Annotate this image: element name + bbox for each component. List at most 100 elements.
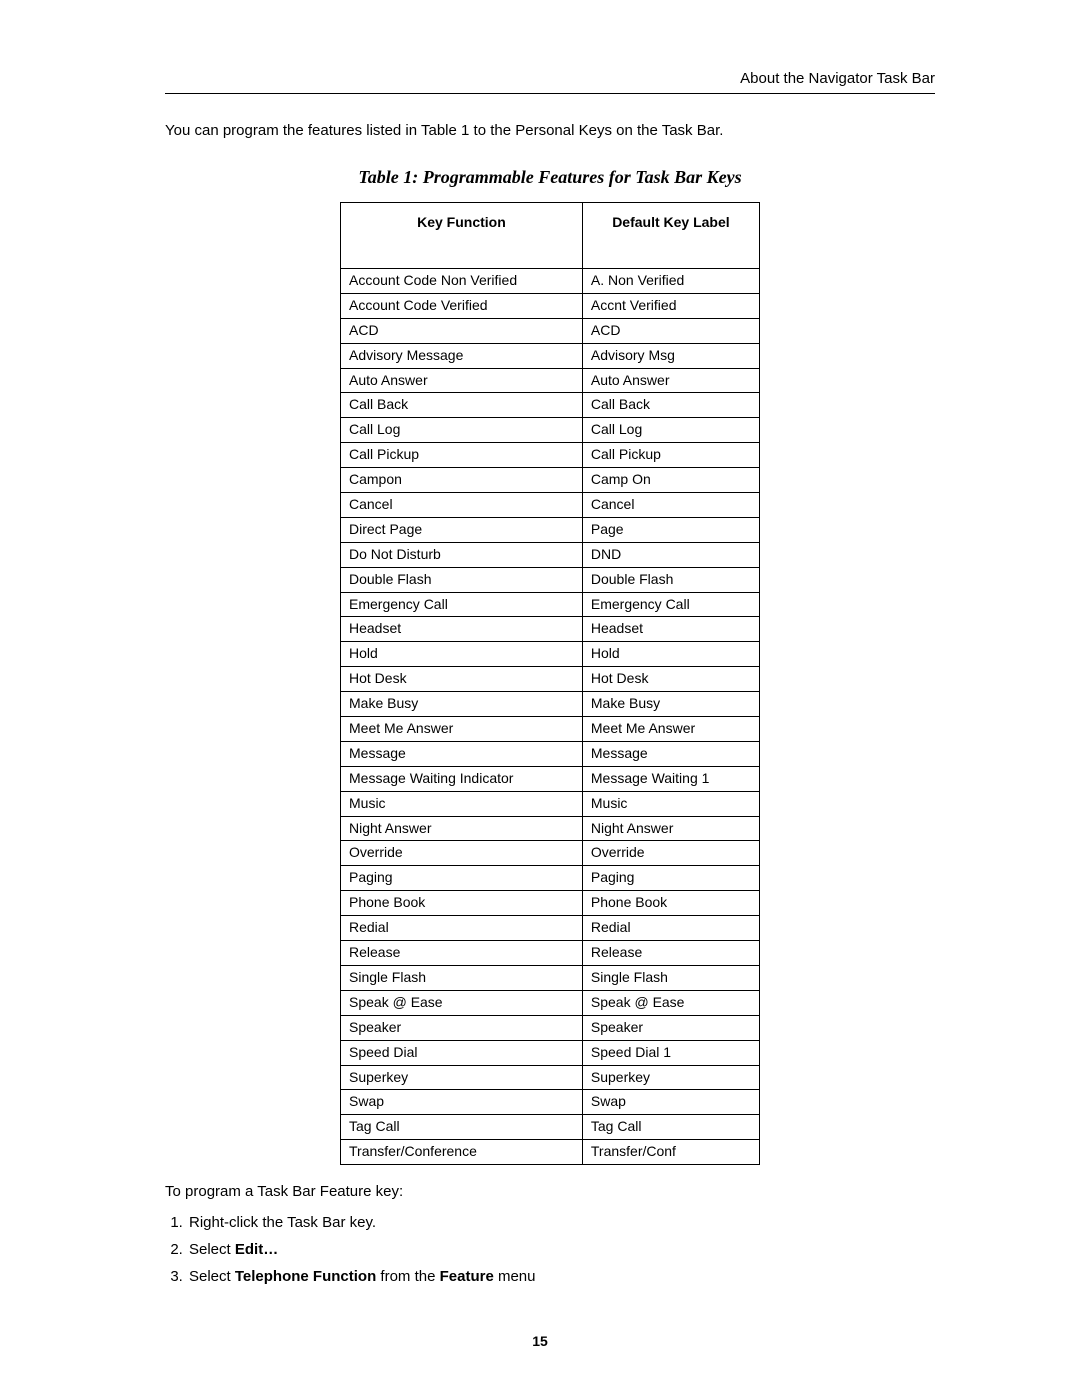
cell-key-function: Music (341, 791, 583, 816)
cell-key-function: Override (341, 841, 583, 866)
steps-list: Right-click the Task Bar key. Select Edi… (187, 1214, 935, 1285)
table-row: Account Code Non VerifiedA. Non Verified (341, 269, 760, 294)
cell-default-key-label: Emergency Call (582, 592, 759, 617)
table-row: Speak @ EaseSpeak @ Ease (341, 990, 760, 1015)
table-row: OverrideOverride (341, 841, 760, 866)
intro-paragraph: You can program the features listed in T… (165, 122, 935, 139)
cell-default-key-label: Meet Me Answer (582, 717, 759, 742)
cell-key-function: Account Code Non Verified (341, 269, 583, 294)
cell-key-function: Call Back (341, 393, 583, 418)
table-row: Advisory MessageAdvisory Msg (341, 343, 760, 368)
cell-default-key-label: Paging (582, 866, 759, 891)
features-table: Key Function Default Key Label Account C… (340, 202, 760, 1165)
cell-default-key-label: Speaker (582, 1015, 759, 1040)
step-3-bold-2: Feature (440, 1268, 494, 1285)
page-number: 15 (0, 1333, 1080, 1349)
col-default-key-label: Default Key Label (582, 203, 759, 269)
cell-key-function: Campon (341, 468, 583, 493)
cell-default-key-label: Auto Answer (582, 368, 759, 393)
cell-key-function: Speed Dial (341, 1040, 583, 1065)
table-row: Auto AnswerAuto Answer (341, 368, 760, 393)
step-2-text: Select (189, 1241, 235, 1258)
cell-key-function: Advisory Message (341, 343, 583, 368)
cell-key-function: Headset (341, 617, 583, 642)
cell-default-key-label: Phone Book (582, 891, 759, 916)
step-3-text-e: menu (494, 1268, 536, 1285)
step-2: Select Edit… (187, 1241, 935, 1258)
cell-key-function: Account Code Verified (341, 293, 583, 318)
cell-key-function: Hold (341, 642, 583, 667)
cell-default-key-label: Hold (582, 642, 759, 667)
cell-default-key-label: ACD (582, 318, 759, 343)
cell-default-key-label: Override (582, 841, 759, 866)
table-row: SpeakerSpeaker (341, 1015, 760, 1040)
cell-key-function: Direct Page (341, 517, 583, 542)
table-row: Call BackCall Back (341, 393, 760, 418)
cell-default-key-label: Camp On (582, 468, 759, 493)
cell-default-key-label: Double Flash (582, 567, 759, 592)
table-row: ReleaseRelease (341, 941, 760, 966)
cell-key-function: Cancel (341, 493, 583, 518)
table-row: Night AnswerNight Answer (341, 816, 760, 841)
cell-default-key-label: Call Back (582, 393, 759, 418)
table-row: CamponCamp On (341, 468, 760, 493)
cell-default-key-label: Message (582, 741, 759, 766)
cell-default-key-label: Call Pickup (582, 443, 759, 468)
cell-default-key-label: Superkey (582, 1065, 759, 1090)
cell-default-key-label: Cancel (582, 493, 759, 518)
table-row: PagingPaging (341, 866, 760, 891)
table-row: Meet Me AnswerMeet Me Answer (341, 717, 760, 742)
cell-default-key-label: A. Non Verified (582, 269, 759, 294)
cell-default-key-label: Page (582, 517, 759, 542)
cell-key-function: Swap (341, 1090, 583, 1115)
table-row: SwapSwap (341, 1090, 760, 1115)
step-1: Right-click the Task Bar key. (187, 1214, 935, 1231)
table-row: HoldHold (341, 642, 760, 667)
table-row: Single FlashSingle Flash (341, 965, 760, 990)
cell-default-key-label: Swap (582, 1090, 759, 1115)
page-header: About the Navigator Task Bar (165, 70, 935, 93)
cell-key-function: Double Flash (341, 567, 583, 592)
cell-key-function: Hot Desk (341, 667, 583, 692)
table-row: SuperkeySuperkey (341, 1065, 760, 1090)
cell-key-function: Emergency Call (341, 592, 583, 617)
table-row: Call LogCall Log (341, 418, 760, 443)
cell-key-function: Night Answer (341, 816, 583, 841)
cell-default-key-label: Night Answer (582, 816, 759, 841)
table-row: Double FlashDouble Flash (341, 567, 760, 592)
step-3: Select Telephone Function from the Featu… (187, 1268, 935, 1285)
cell-default-key-label: Headset (582, 617, 759, 642)
cell-default-key-label: Tag Call (582, 1115, 759, 1140)
cell-default-key-label: Call Log (582, 418, 759, 443)
table-row: Message Waiting IndicatorMessage Waiting… (341, 766, 760, 791)
cell-key-function: Transfer/Conference (341, 1140, 583, 1165)
step-3-text-c: from the (376, 1268, 439, 1285)
step-3-text-a: Select (189, 1268, 235, 1285)
page: About the Navigator Task Bar You can pro… (0, 0, 1080, 1397)
header-rule (165, 93, 935, 94)
cell-key-function: Make Busy (341, 692, 583, 717)
cell-default-key-label: Message Waiting 1 (582, 766, 759, 791)
cell-key-function: ACD (341, 318, 583, 343)
cell-key-function: Speak @ Ease (341, 990, 583, 1015)
cell-default-key-label: Hot Desk (582, 667, 759, 692)
cell-key-function: Phone Book (341, 891, 583, 916)
table-row: Do Not DisturbDND (341, 542, 760, 567)
table-row: Direct PagePage (341, 517, 760, 542)
cell-key-function: Speaker (341, 1015, 583, 1040)
table-row: MusicMusic (341, 791, 760, 816)
table-row: CancelCancel (341, 493, 760, 518)
table-row: MessageMessage (341, 741, 760, 766)
table-row: Call PickupCall Pickup (341, 443, 760, 468)
cell-default-key-label: Transfer/Conf (582, 1140, 759, 1165)
table-row: Make BusyMake Busy (341, 692, 760, 717)
cell-default-key-label: DND (582, 542, 759, 567)
table-caption: Table 1: Programmable Features for Task … (165, 167, 935, 188)
table-row: HeadsetHeadset (341, 617, 760, 642)
cell-default-key-label: Redial (582, 916, 759, 941)
cell-default-key-label: Accnt Verified (582, 293, 759, 318)
cell-default-key-label: Release (582, 941, 759, 966)
table-wrap: Key Function Default Key Label Account C… (165, 202, 935, 1165)
table-row: Account Code VerifiedAccnt Verified (341, 293, 760, 318)
instructions-lead: To program a Task Bar Feature key: (165, 1183, 935, 1200)
